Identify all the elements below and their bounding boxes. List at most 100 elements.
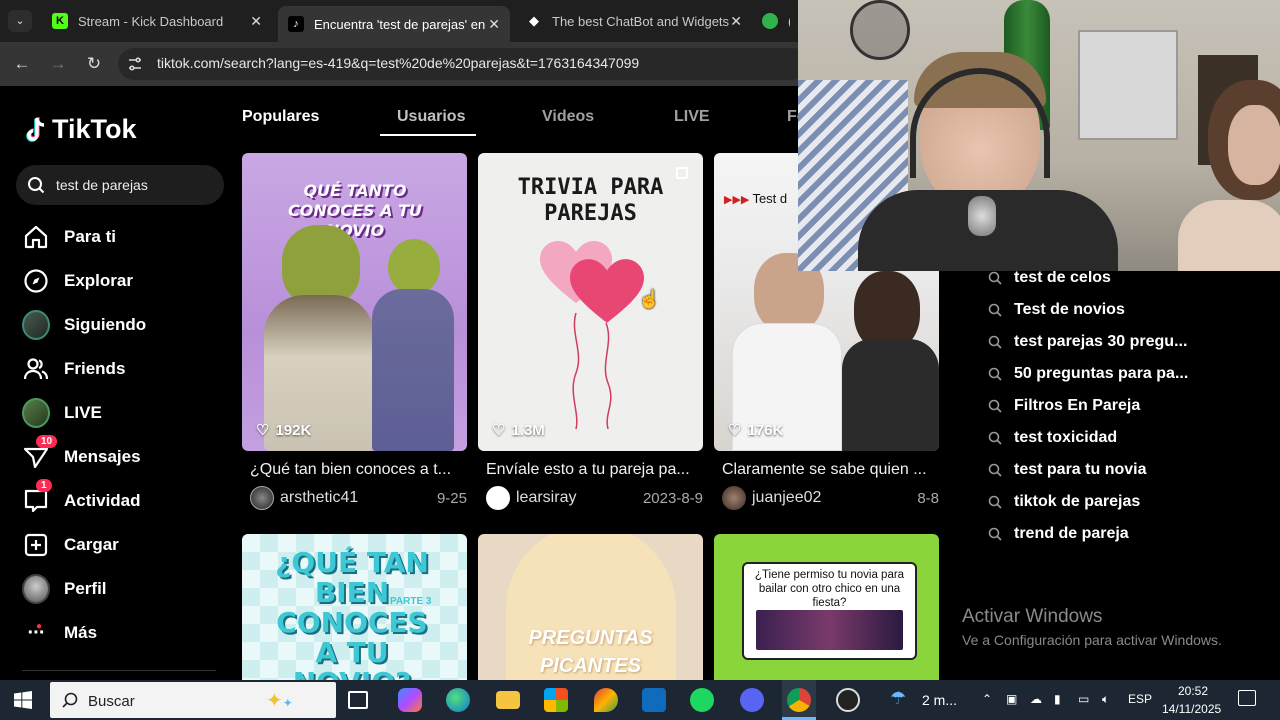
clock-date[interactable]: 14/11/2025 bbox=[1162, 702, 1221, 716]
file-explorer-icon[interactable] bbox=[496, 691, 520, 709]
app-shield-icon[interactable] bbox=[594, 688, 618, 712]
video-card[interactable]: PREGUNTAS PICANTES bbox=[478, 534, 703, 680]
suggestion-item[interactable]: Filtros En Pareja bbox=[988, 397, 1140, 415]
tab-populares[interactable]: Populares bbox=[242, 108, 319, 126]
tab-indicator bbox=[380, 134, 476, 136]
suggestion-item[interactable]: 50 preguntas para pa... bbox=[988, 365, 1188, 383]
close-tab-icon[interactable]: ✕ bbox=[488, 16, 500, 33]
nav-label: Actividad bbox=[64, 491, 141, 510]
video-card[interactable]: ¿QUÉ TAN BIEN CONOCES A TU NOVIO? PARTE … bbox=[242, 534, 467, 680]
suggestion-item[interactable]: test parejas 30 pregu... bbox=[988, 333, 1187, 351]
search-icon bbox=[988, 495, 1002, 509]
weather-text[interactable]: 2 m... bbox=[922, 692, 957, 708]
author-avatar[interactable] bbox=[722, 486, 746, 510]
video-overlay-text: TRIVIA PARA PAREJAS bbox=[517, 175, 664, 226]
search-icon bbox=[28, 177, 45, 194]
video-card[interactable]: TRIVIA PARA PAREJAS ☝ ♡ 1.3M bbox=[478, 153, 703, 451]
taskbar-search[interactable]: Buscar ✦✦ bbox=[50, 682, 336, 718]
video-card[interactable]: QUÉ TANTO CONOCES A TU NOVIO ♡ 192K bbox=[242, 153, 467, 451]
language-indicator[interactable]: ESP bbox=[1128, 692, 1152, 706]
search-highlight-icon: ✦✦ bbox=[266, 690, 293, 712]
nav-label: LIVE bbox=[64, 403, 102, 422]
reload-icon[interactable]: ↻ bbox=[83, 53, 105, 75]
notifications-icon[interactable] bbox=[1238, 690, 1256, 706]
browser-tab-kick[interactable]: K Stream - Kick Dashboard ✕ bbox=[42, 6, 272, 36]
copilot-icon[interactable] bbox=[398, 688, 422, 712]
usb-icon[interactable]: ▮ bbox=[1054, 692, 1061, 706]
windows-activation-watermark: Activar Windows Ve a Configuración para … bbox=[962, 606, 1222, 648]
nav-item-friends[interactable]: Friends bbox=[22, 354, 125, 384]
author-name[interactable]: juanjee02 bbox=[752, 489, 821, 507]
video-meta: arsthetic41 9-25 bbox=[250, 486, 467, 510]
tab-title: Stream - Kick Dashboard bbox=[78, 13, 224, 29]
search-icon bbox=[988, 271, 1002, 285]
address-bar[interactable]: tiktok.com/search?lang=es-419&q=test%20d… bbox=[118, 48, 808, 80]
browser-tab-whatsapp[interactable]: (10 bbox=[752, 6, 800, 36]
obs-icon[interactable] bbox=[836, 688, 860, 712]
video-caption[interactable]: Claramente se sabe quien ... bbox=[722, 461, 937, 479]
video-caption[interactable]: Envíale esto a tu pareja pa... bbox=[486, 461, 701, 479]
suggestion-item[interactable]: trend de pareja bbox=[988, 525, 1129, 543]
like-count: ♡ 1.3M bbox=[492, 421, 545, 440]
nav-item-live[interactable]: LIVE bbox=[22, 398, 102, 428]
suggestion-item[interactable]: Test de novios bbox=[988, 301, 1125, 319]
video-card[interactable]: ¿Tiene permiso tu novia para bailar con … bbox=[714, 534, 939, 680]
forward-arrow-icon[interactable]: → bbox=[47, 53, 69, 75]
nav-label: Cargar bbox=[64, 535, 119, 554]
cloud-icon[interactable]: ☁ bbox=[1030, 692, 1042, 706]
site-settings-icon[interactable] bbox=[127, 56, 143, 72]
tray-app-icon[interactable]: ▣ bbox=[1006, 692, 1017, 706]
browser-tab-chatbot[interactable]: ◆ The best ChatBot and Widgets f ✕ bbox=[516, 6, 752, 36]
suggestion-item[interactable]: test para tu novia bbox=[988, 461, 1146, 479]
windows-start-icon[interactable] bbox=[14, 691, 32, 709]
browser-toolbar: ← → ↻ tiktok.com/search?lang=es-419&q=te… bbox=[0, 42, 808, 86]
ms-store-icon[interactable] bbox=[544, 688, 568, 712]
close-tab-icon[interactable]: ✕ bbox=[250, 13, 262, 30]
search-icon bbox=[988, 527, 1002, 541]
back-arrow-icon[interactable]: ← bbox=[11, 53, 33, 75]
guest-face bbox=[1228, 105, 1280, 185]
video-caption[interactable]: ¿Qué tan bien conoces a t... bbox=[250, 461, 465, 479]
tab-videos[interactable]: Videos bbox=[542, 108, 594, 126]
task-view-icon[interactable] bbox=[348, 691, 368, 709]
clock-time[interactable]: 20:52 bbox=[1178, 684, 1208, 698]
video-meta: learsiray 2023-8-9 bbox=[486, 486, 703, 510]
nav-label: Friends bbox=[64, 359, 126, 378]
fiona-figure bbox=[388, 239, 440, 295]
suggestion-item[interactable]: tiktok de parejas bbox=[988, 493, 1140, 511]
network-icon[interactable]: ▭ bbox=[1078, 692, 1089, 706]
suggestion-item[interactable]: test toxicidad bbox=[988, 429, 1117, 447]
tab-list-chevron-icon[interactable]: ⌄ bbox=[8, 10, 32, 32]
browser-tab-tiktok[interactable]: ♪ Encuentra 'test de parejas' en T ✕ bbox=[278, 6, 510, 42]
spotify-icon[interactable] bbox=[690, 688, 714, 712]
nav-item-explorar[interactable]: Explorar bbox=[22, 266, 133, 296]
edge-icon[interactable] bbox=[446, 688, 470, 712]
author-name[interactable]: arsthetic41 bbox=[280, 489, 358, 507]
tiktok-logo[interactable]: TikTok bbox=[24, 114, 137, 145]
suggestion-item[interactable]: test de celos bbox=[988, 269, 1111, 287]
tab-usuarios[interactable]: Usuarios bbox=[397, 108, 465, 126]
outlook-icon[interactable] bbox=[642, 688, 666, 712]
plus-square-icon bbox=[22, 531, 50, 559]
nav-item-siguiendo[interactable]: Siguiendo bbox=[22, 310, 146, 340]
tab-live[interactable]: LIVE bbox=[674, 108, 710, 126]
author-avatar[interactable] bbox=[250, 486, 274, 510]
nav-item-mensajes[interactable]: 10 Mensajes bbox=[22, 435, 141, 472]
friends-icon bbox=[22, 355, 50, 383]
close-tab-icon[interactable]: ✕ bbox=[730, 13, 742, 30]
nav-item-mas[interactable]: ● ··· Más bbox=[22, 618, 98, 648]
volume-icon[interactable]: 🔈︎ bbox=[1102, 692, 1109, 707]
url-text: tiktok.com/search?lang=es-419&q=test%20d… bbox=[157, 55, 640, 71]
nav-item-perfil[interactable]: Perfil bbox=[22, 574, 107, 604]
author-avatar[interactable] bbox=[486, 486, 510, 510]
heart-icon: ♡ bbox=[728, 422, 742, 439]
nav-item-actividad[interactable]: 1 Actividad bbox=[22, 479, 141, 516]
author-name[interactable]: learsiray bbox=[516, 489, 576, 507]
discord-icon[interactable] bbox=[740, 688, 764, 712]
nav-item-para-ti[interactable]: Para ti bbox=[22, 222, 116, 252]
show-hidden-icons-icon[interactable]: ⌃ bbox=[982, 692, 992, 706]
search-input[interactable]: test de parejas bbox=[16, 165, 224, 205]
nav-item-cargar[interactable]: Cargar bbox=[22, 530, 119, 560]
chrome-icon[interactable] bbox=[787, 688, 811, 712]
windows-taskbar: Buscar ✦✦ ☂ 2 m... ⌃ ▣ ☁ ▮ ▭ 🔈︎ ESP 20:5… bbox=[0, 680, 1280, 720]
